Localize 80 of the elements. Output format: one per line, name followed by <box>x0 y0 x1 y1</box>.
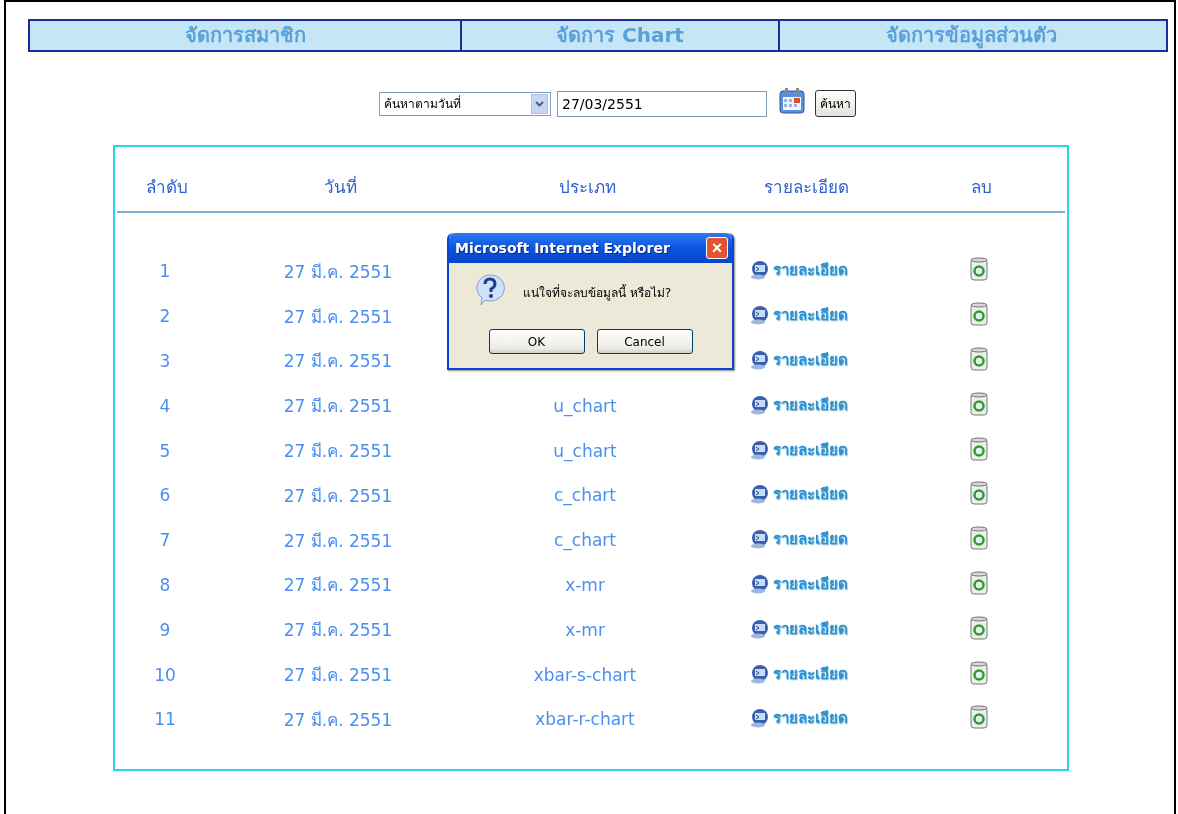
detail-label: รายละเอียด <box>773 663 848 685</box>
detail-link[interactable]: รายละเอียด <box>750 348 848 372</box>
detail-label: รายละเอียด <box>773 708 848 730</box>
calendar-icon[interactable] <box>777 86 807 115</box>
recycle-bin-icon[interactable] <box>970 347 988 371</box>
table-cell-text: 2 <box>158 306 172 327</box>
recycle-bin-icon[interactable] <box>970 436 988 461</box>
table-cell-text: 27 มี.ค. 2551 <box>282 529 394 553</box>
column-header: ลบ <box>969 175 993 199</box>
table-cell-text: 27 มี.ค. 2551 <box>282 664 394 688</box>
table-cell: c_chart <box>553 530 616 551</box>
nav-link[interactable]: จัดการ Chart <box>460 21 778 50</box>
recycle-bin-icon[interactable] <box>970 660 988 685</box>
dialog-message: แน่ใจที่จะลบข้อมูลนี้ หรือไม่? <box>523 283 672 302</box>
date-field[interactable]: 27/03/2551 <box>557 90 767 117</box>
table-cell-text: 27 มี.ค. 2551 <box>282 395 394 419</box>
detail-label: รายละเอียด <box>773 350 848 371</box>
table-cell-text: 7 <box>158 530 172 551</box>
table-cell-text: 5 <box>158 440 172 461</box>
table-cell: xbar-s-chart <box>533 664 637 685</box>
detail-label: รายละเอียด <box>773 394 848 416</box>
recycle-bin-icon[interactable] <box>970 257 988 282</box>
table-cell: u_chart <box>553 440 617 461</box>
detail-label: รายละเอียด <box>773 305 848 327</box>
detail-label: รายละเอียด <box>773 573 848 595</box>
recycle-bin-icon[interactable] <box>970 391 988 416</box>
detail-link[interactable]: รายละเอียด <box>750 527 848 552</box>
detail-label: รายละเอียด <box>773 529 848 551</box>
search-mode-dropdown[interactable]: ค้นหาตามวันที่ <box>379 91 551 116</box>
table-cell-text: 10 <box>153 664 177 685</box>
column-header: วันที่ <box>322 174 358 199</box>
table-cell: x-mr <box>565 619 605 640</box>
recycle-bin-icon[interactable] <box>970 615 988 640</box>
search-button[interactable]: ค้นหา <box>815 90 856 117</box>
recycle-bin-icon[interactable] <box>970 705 988 730</box>
recycle-bin-icon[interactable] <box>970 481 988 506</box>
detail-link[interactable]: รายละเอียด <box>750 258 848 283</box>
table-cell: x-mr <box>565 574 605 595</box>
table-cell-text: 27 มี.ค. 2551 <box>282 619 394 643</box>
table-cell-text: 4 <box>158 395 172 416</box>
table-cell-text: 8 <box>158 574 172 595</box>
detail-link[interactable]: รายละเอียด <box>750 392 848 417</box>
detail-link[interactable]: รายละเอียด <box>750 616 848 641</box>
nav-link[interactable]: จัดการสมาชิก <box>30 21 460 50</box>
dialog-title: Microsoft Internet Explorer <box>455 240 670 256</box>
nav-link[interactable]: จัดการข้อมูลส่วนตัว <box>778 21 1162 50</box>
table-cell-text: 27 มี.ค. 2551 <box>282 305 394 329</box>
detail-link[interactable]: รายละเอียด <box>750 437 848 462</box>
detail-label: รายละเอียด <box>773 618 848 640</box>
detail-link[interactable]: รายละเอียด <box>750 482 848 507</box>
detail-label: รายละเอียด <box>773 484 848 506</box>
column-header: ประเภท <box>557 175 617 199</box>
table-cell-text: 27 มี.ค. 2551 <box>282 484 394 508</box>
table-cell-text: 3 <box>158 351 172 371</box>
table-cell-text: 9 <box>158 619 172 640</box>
column-header: ลำดับ <box>145 175 189 199</box>
table-cell: u_chart <box>553 395 617 416</box>
cancel-button[interactable]: Cancel <box>596 329 693 354</box>
recycle-bin-icon[interactable] <box>970 570 988 595</box>
column-header: รายละเอียด <box>762 175 850 199</box>
detail-link[interactable]: รายละเอียด <box>750 303 848 328</box>
close-button[interactable]: × <box>706 237 728 259</box>
detail-label: รายละเอียด <box>773 260 848 282</box>
table-cell-text: 6 <box>158 485 172 506</box>
table-cell-text: 27 มี.ค. 2551 <box>282 350 394 374</box>
table-cell-text: 27 มี.ค. 2551 <box>282 574 394 598</box>
table-cell-text: 1 <box>158 261 172 282</box>
table-cell-text: 27 มี.ค. 2551 <box>282 708 394 732</box>
detail-link[interactable]: รายละเอียด <box>750 661 848 686</box>
table-cell-text: 11 <box>153 709 177 730</box>
recycle-bin-icon[interactable] <box>970 526 988 551</box>
ok-button[interactable]: OK <box>488 329 585 354</box>
table-cell: xbar-r-chart <box>535 709 635 730</box>
table-cell-text: 27 มี.ค. 2551 <box>282 440 394 464</box>
recycle-bin-icon[interactable] <box>970 302 988 327</box>
detail-label: รายละเอียด <box>773 439 848 461</box>
detail-link[interactable]: รายละเอียด <box>750 571 848 596</box>
detail-link[interactable]: รายละเอียด <box>750 706 848 731</box>
table-cell: c_chart <box>553 485 616 506</box>
table-cell-text: 27 มี.ค. 2551 <box>282 260 394 284</box>
